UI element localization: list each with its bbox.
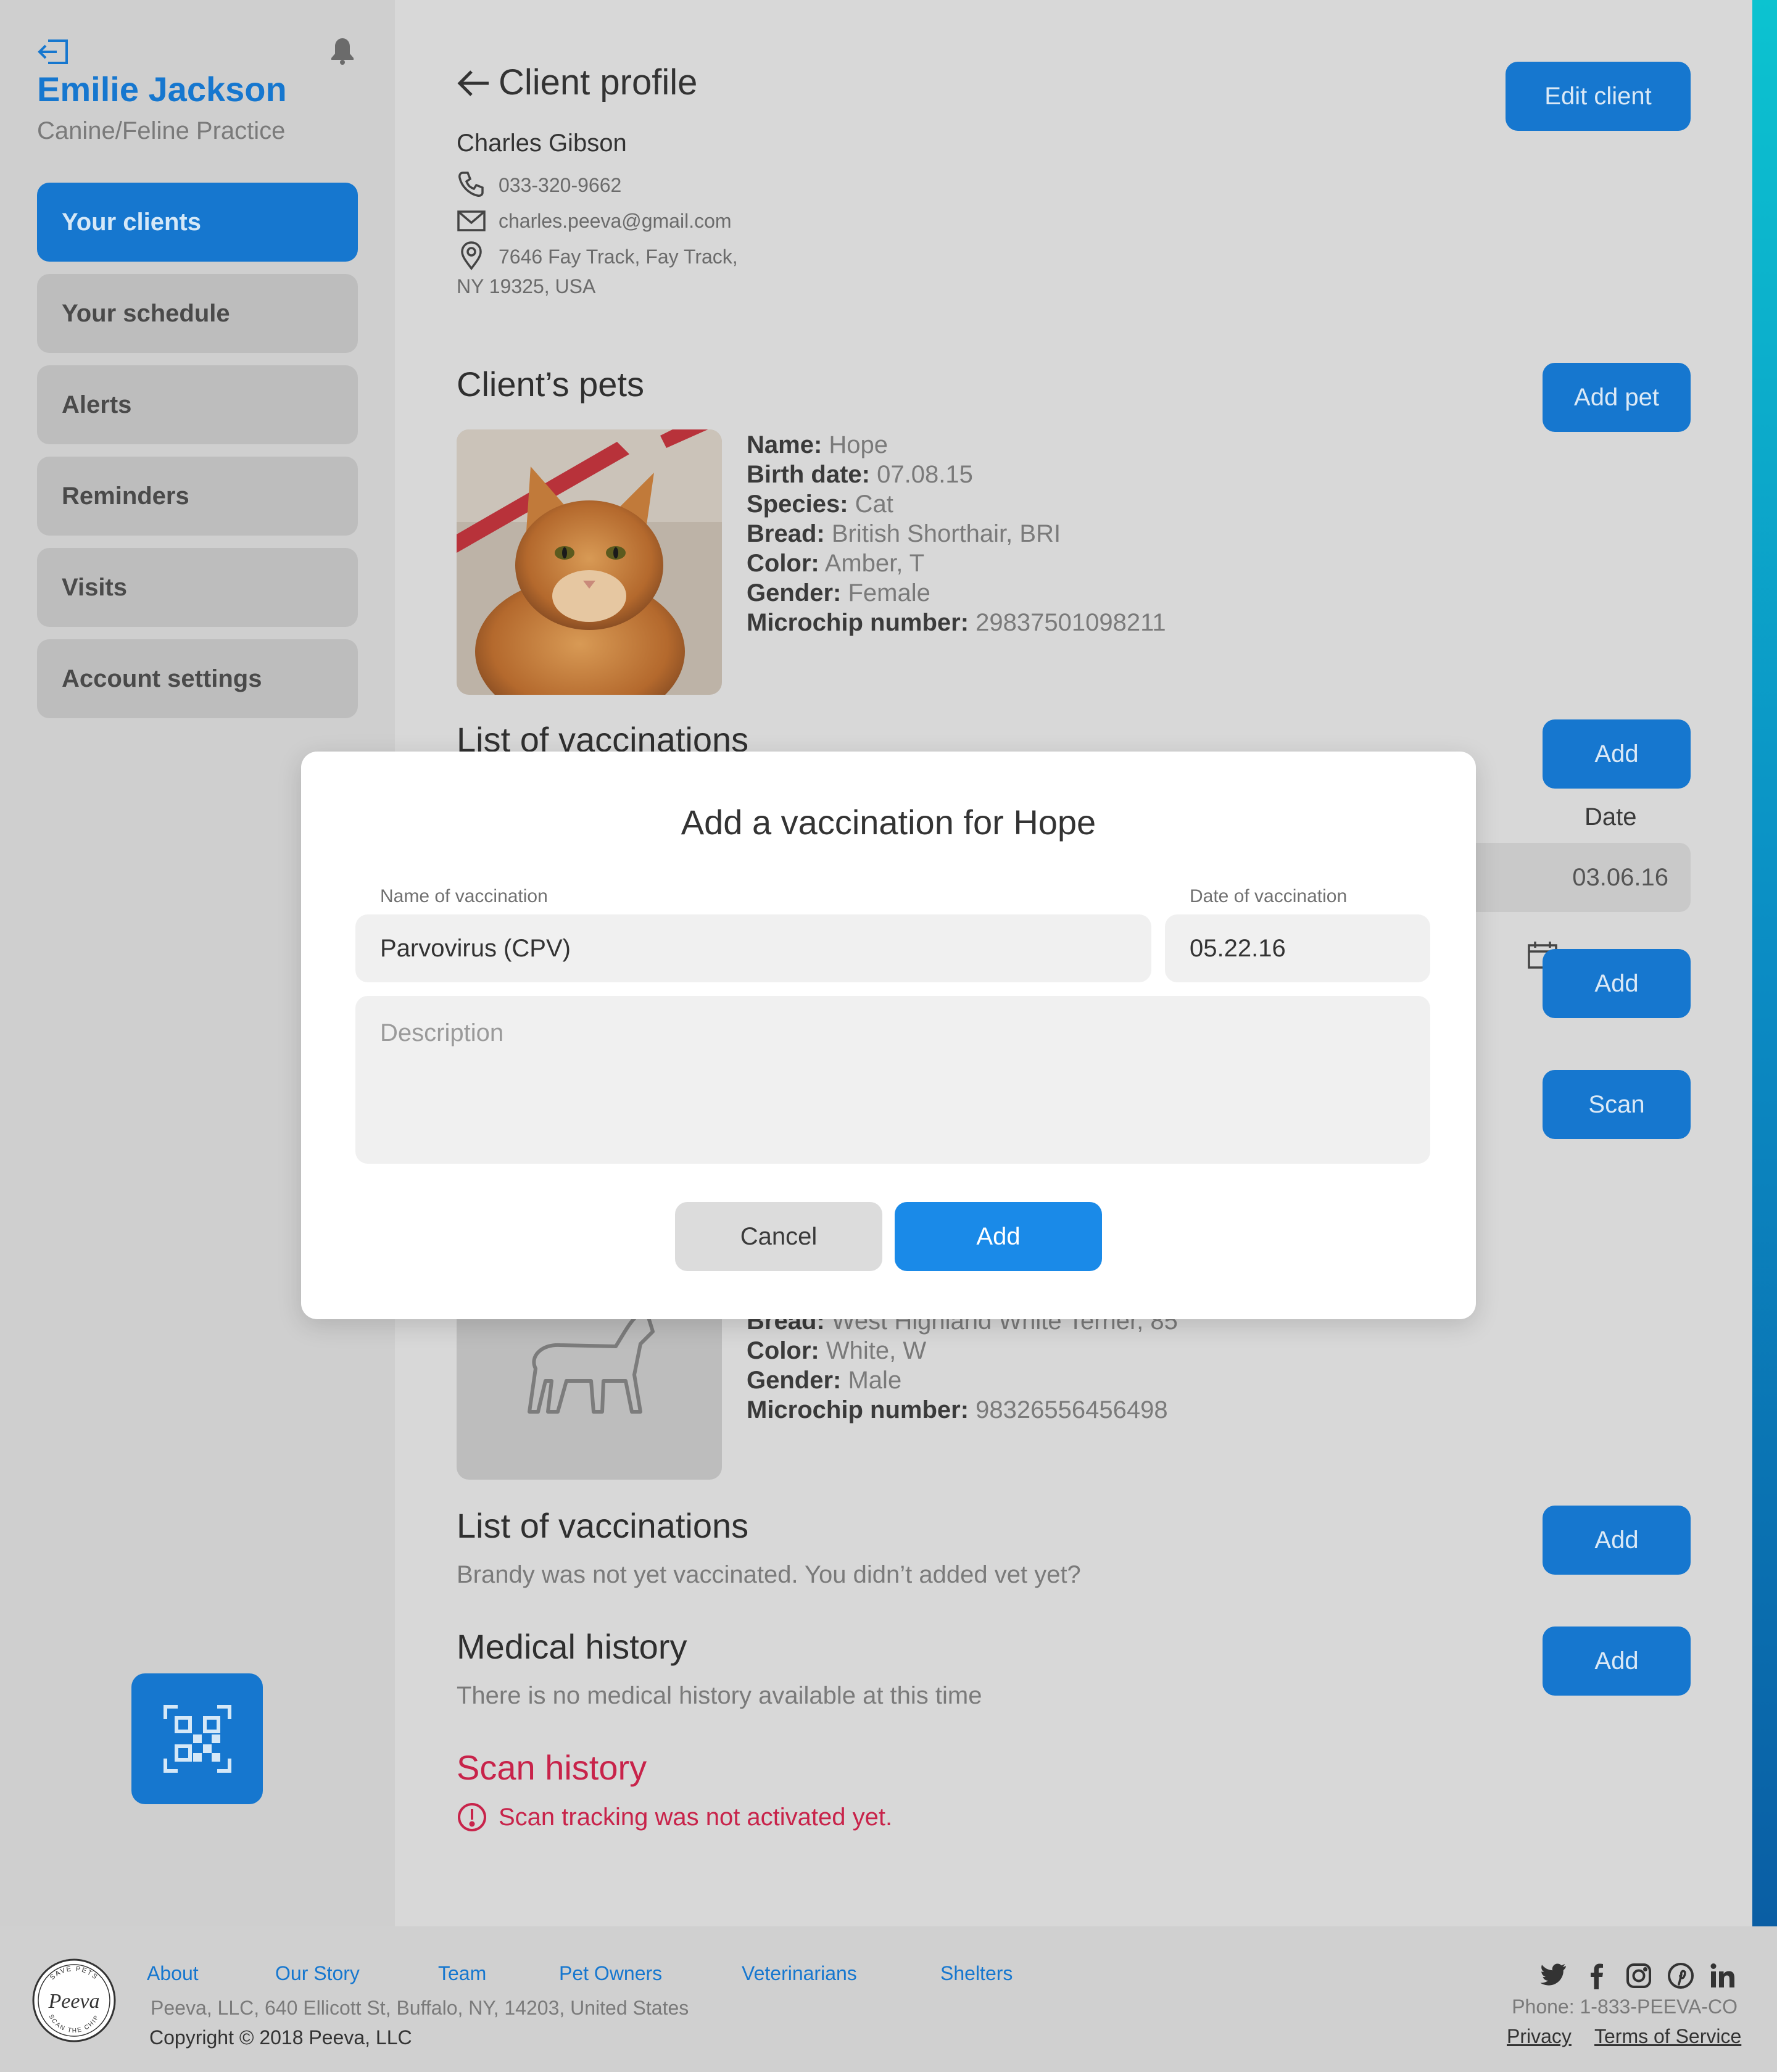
footer-link-pet-owners[interactable]: Pet Owners — [559, 1962, 662, 1985]
vaccination-description-field[interactable]: Description — [355, 996, 1430, 1164]
scan-warning-text: Scan tracking was not activated yet. — [499, 1803, 893, 1831]
footer-link-shelters[interactable]: Shelters — [940, 1962, 1013, 1985]
sidebar-item-your-clients[interactable]: Your clients — [37, 183, 358, 262]
pets-section-title: Client’s pets — [457, 365, 645, 404]
pet-microchip: 29837501098211 — [975, 609, 1166, 636]
bell-icon[interactable] — [329, 37, 355, 65]
add-medical-history-button[interactable]: Add — [1543, 1627, 1691, 1696]
add-vaccination-modal: Add a vaccination for Hope Name of vacci… — [301, 752, 1476, 1319]
peeva-logo[interactable]: SAVE PETS SCAN THE CHIP Peeva — [31, 1957, 117, 2044]
sidebar-item-account-settings[interactable]: Account settings — [37, 639, 358, 718]
vaccinations-empty-text: Brandy was not yet vaccinated. You didn’… — [457, 1561, 1081, 1588]
pet-info-hope: Name: Hope Birth date: 07.08.15 Species:… — [747, 430, 1166, 637]
sidebar-item-label: Reminders — [62, 482, 189, 510]
sidebar-item-label: Account settings — [62, 665, 262, 692]
back-arrow-icon[interactable] — [457, 68, 490, 99]
sidebar-item-reminders[interactable]: Reminders — [37, 457, 358, 536]
pet-chip-label: Microchip number: — [747, 609, 969, 636]
pet-color: Amber, T — [824, 550, 925, 577]
accent-strip — [1752, 0, 1777, 1926]
pet-photo-hope — [457, 429, 722, 695]
pet-name: Hope — [829, 431, 888, 458]
footer-privacy-link[interactable]: Privacy — [1507, 2025, 1572, 2048]
sidebar-item-alerts[interactable]: Alerts — [37, 365, 358, 444]
pet-info-brandy: Bread: West Highland White Terrier, 85 C… — [747, 1306, 1178, 1425]
add-vaccination-button-hope[interactable]: Add — [1543, 719, 1691, 789]
pet-gender: Male — [848, 1367, 902, 1394]
user-practice: Canine/Feline Practice — [37, 117, 286, 144]
medical-history-empty-text: There is no medical history available at… — [457, 1682, 982, 1709]
scan-history-title: Scan history — [457, 1748, 647, 1787]
sidebar-item-label: Your schedule — [62, 299, 230, 327]
date-column-header: Date — [1584, 803, 1637, 831]
phone-icon — [458, 172, 484, 197]
footer: SAVE PETS SCAN THE CHIP Peeva About Our … — [0, 1926, 1777, 2072]
medical-history-title: Medical history — [457, 1627, 687, 1666]
client-phone: 033-320-9662 — [499, 174, 622, 196]
add-button[interactable]: Add — [895, 1202, 1102, 1271]
pet-species: Cat — [855, 491, 893, 518]
vaccination-name-label: Name of vaccination — [380, 886, 548, 906]
pet-birth-date: 07.08.15 — [877, 461, 973, 488]
pet-name-label: Name: — [747, 431, 822, 458]
edit-client-button[interactable]: Edit client — [1506, 62, 1691, 131]
modal-title: Add a vaccination for Hope — [681, 803, 1096, 842]
sidebar-item-visits[interactable]: Visits — [37, 548, 358, 627]
page-title: Client profile — [499, 62, 698, 102]
pet-species-label: Species: — [747, 491, 848, 518]
footer-address: Peeva, LLC, 640 Ellicott St, Buffalo, NY… — [151, 1997, 689, 2019]
vaccination-date-cell: 03.06.16 — [1475, 843, 1691, 912]
linkedin-icon[interactable] — [1709, 1962, 1736, 1989]
pet-color-label: Color: — [747, 1337, 819, 1364]
alert-circle-icon — [458, 1803, 486, 1831]
scan-warning: Scan tracking was not activated yet. — [457, 1802, 892, 1833]
sidebar-item-label: Visits — [62, 573, 127, 601]
footer-copyright: Copyright © 2018 Peeva, LLC — [149, 2026, 412, 2049]
add-vaccination-button-brandy[interactable]: Add — [1543, 1506, 1691, 1575]
cancel-button[interactable]: Cancel — [675, 1202, 882, 1271]
pet-bread: British Shorthair, BRI — [831, 520, 1061, 547]
footer-link-our-story[interactable]: Our Story — [275, 1962, 360, 1985]
mail-icon — [457, 210, 486, 231]
logout-icon[interactable] — [37, 38, 69, 65]
vaccination-name-field[interactable]: Parvovirus (CPV) — [355, 914, 1151, 982]
add-medical-button-hope[interactable]: Add — [1543, 949, 1691, 1018]
logo-wordmark: Peeva — [48, 1990, 99, 2013]
pinterest-icon[interactable] — [1667, 1962, 1694, 1989]
pet-gender-label: Gender: — [747, 1367, 842, 1394]
sidebar-item-label: Your clients — [62, 208, 201, 236]
instagram-icon[interactable] — [1625, 1962, 1652, 1989]
vaccinations-title-brandy: List of vaccinations — [457, 1506, 749, 1545]
footer-link-team[interactable]: Team — [438, 1962, 486, 1985]
client-address-line2: NY 19325, USA — [457, 275, 596, 297]
pet-color-label: Color: — [747, 550, 819, 577]
pet-microchip: 98326556456498 — [975, 1396, 1168, 1423]
pet-chip-label: Microchip number: — [747, 1396, 969, 1423]
qr-code-icon — [163, 1705, 231, 1773]
footer-terms-link[interactable]: Terms of Service — [1594, 2025, 1741, 2048]
vaccination-date-label: Date of vaccination — [1190, 886, 1348, 906]
pet-gender-label: Gender: — [747, 579, 842, 607]
add-pet-button[interactable]: Add pet — [1543, 363, 1691, 432]
sidebar-item-label: Alerts — [62, 391, 132, 418]
client-email: charles.peeva@gmail.com — [499, 210, 732, 232]
client-name: Charles Gibson — [457, 130, 627, 157]
footer-link-about[interactable]: About — [147, 1962, 199, 1985]
footer-link-veterinarians[interactable]: Veterinarians — [742, 1962, 857, 1985]
vaccination-date-field[interactable]: 05.22.16 — [1165, 914, 1430, 982]
footer-phone: Phone: 1-833-PEEVA-CO — [1512, 1995, 1738, 2018]
client-address-line1: 7646 Fay Track, Fay Track, — [499, 246, 738, 268]
scan-button-hope[interactable]: Scan — [1543, 1070, 1691, 1139]
twitter-icon[interactable] — [1540, 1962, 1567, 1989]
pet-color: White, W — [826, 1337, 927, 1364]
sidebar-item-your-schedule[interactable]: Your schedule — [37, 274, 358, 353]
facebook-icon[interactable] — [1583, 1962, 1610, 1989]
qr-scan-button[interactable] — [131, 1673, 263, 1804]
pet-bread-label: Bread: — [747, 520, 825, 547]
pet-gender: Female — [848, 579, 930, 607]
location-pin-icon — [461, 241, 482, 270]
user-name: Emilie Jackson — [37, 70, 287, 109]
pet-birth-label: Birth date: — [747, 461, 870, 488]
